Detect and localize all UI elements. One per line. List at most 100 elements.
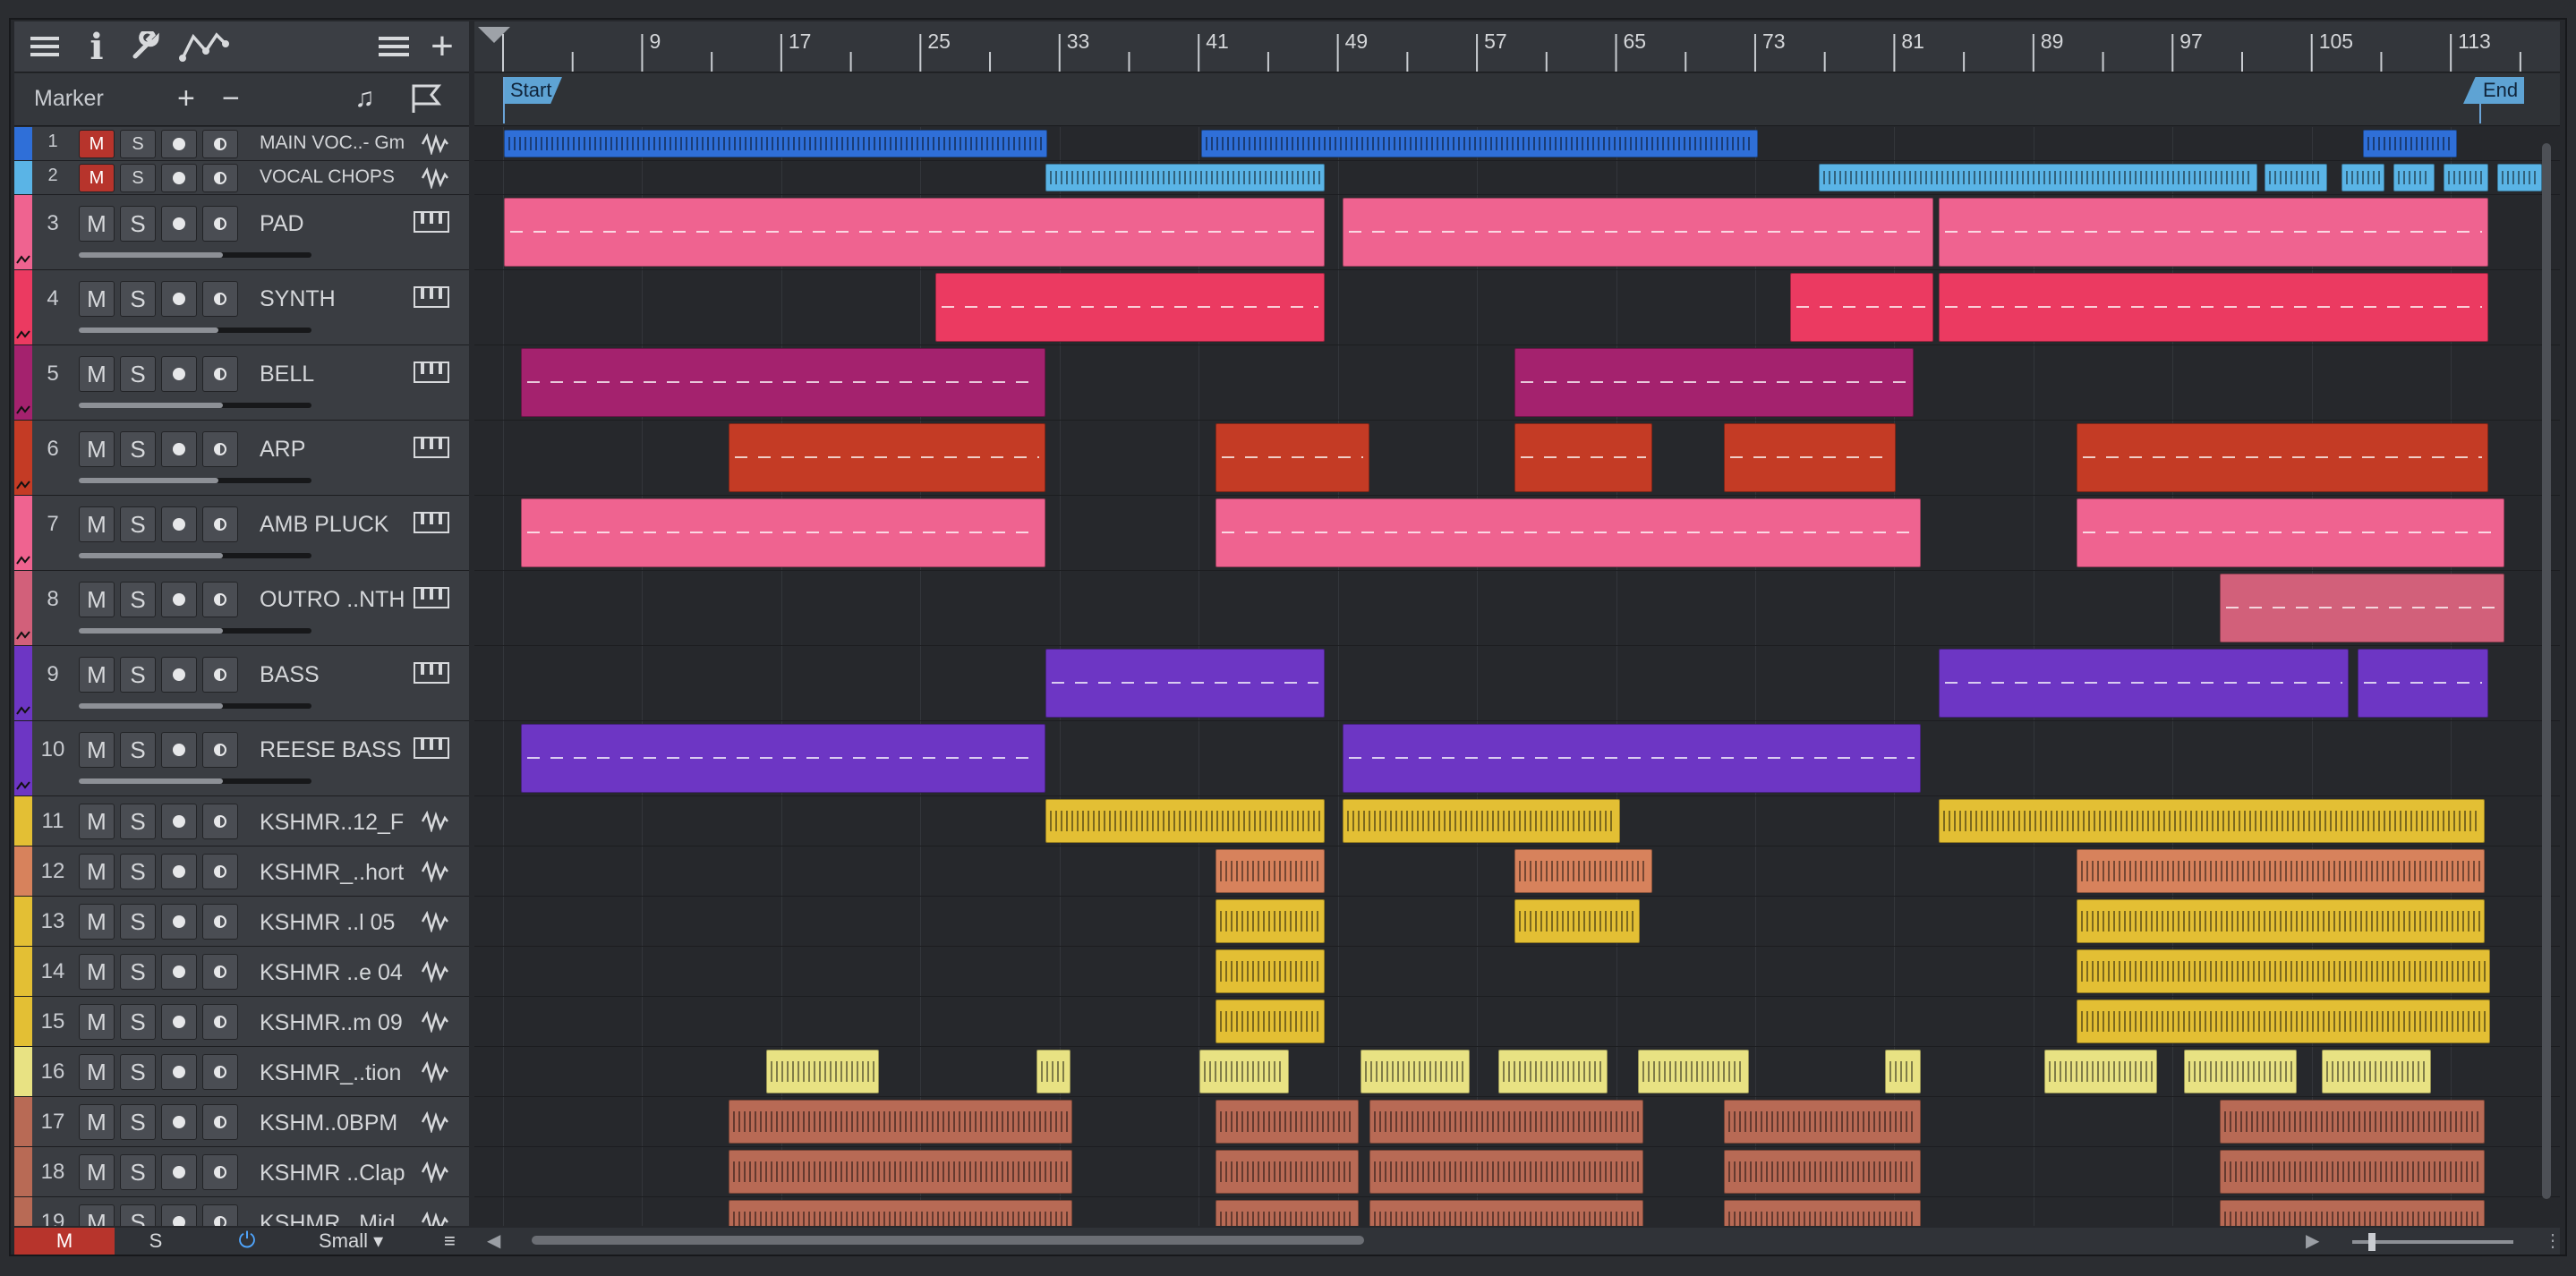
track-row-3[interactable]: 3 M S PAD: [14, 195, 2560, 270]
track-name[interactable]: KSHMR..m 09: [260, 1010, 403, 1036]
resize-grip-icon[interactable]: ⋮: [2544, 1229, 2562, 1252]
track-lane[interactable]: [474, 270, 2560, 345]
mute-button[interactable]: M: [79, 732, 115, 768]
track-color-strip[interactable]: [14, 1197, 32, 1226]
clip[interactable]: [1045, 164, 1325, 191]
monitor-button[interactable]: [202, 356, 238, 392]
record-arm-button[interactable]: [161, 1104, 197, 1140]
clip[interactable]: [1885, 1050, 1921, 1093]
solo-button[interactable]: S: [120, 164, 156, 192]
monitor-button[interactable]: [202, 954, 238, 990]
clip[interactable]: [2393, 164, 2435, 191]
track-name[interactable]: PAD: [260, 211, 304, 237]
music-note-icon[interactable]: ♫: [354, 84, 375, 113]
mute-button[interactable]: M: [79, 431, 115, 467]
track-color-strip[interactable]: [14, 161, 32, 194]
track-lane[interactable]: [474, 721, 2560, 796]
timeline-ruler[interactable]: 91725334149576573818997105113121: [474, 21, 2560, 72]
global-solo-button[interactable]: S: [115, 1228, 197, 1255]
track-color-strip[interactable]: [14, 846, 32, 896]
clip[interactable]: [2322, 1050, 2431, 1093]
track-header[interactable]: 14 M S KSHMR ..e 04: [14, 947, 469, 997]
mute-button[interactable]: M: [79, 164, 115, 192]
mute-button[interactable]: M: [79, 281, 115, 317]
record-arm-button[interactable]: [161, 804, 197, 839]
solo-button[interactable]: S: [120, 657, 156, 693]
solo-button[interactable]: S: [120, 506, 156, 542]
monitor-button[interactable]: [202, 732, 238, 768]
solo-button[interactable]: S: [120, 206, 156, 242]
automation-lane-icon[interactable]: [16, 328, 30, 339]
track-color-strip[interactable]: [14, 127, 32, 160]
clip[interactable]: [521, 724, 1045, 793]
track-lane[interactable]: [474, 846, 2560, 897]
record-arm-button[interactable]: [161, 164, 197, 192]
track-row-15[interactable]: 15 M S KSHMR..m 09: [14, 997, 2560, 1047]
clip[interactable]: [1343, 799, 1620, 843]
solo-button[interactable]: S: [120, 1004, 156, 1040]
clip[interactable]: [2220, 1150, 2485, 1194]
track-row-9[interactable]: 9 M S BASS: [14, 646, 2560, 721]
track-lane[interactable]: [474, 496, 2560, 571]
wrench-icon[interactable]: [127, 29, 163, 64]
clip[interactable]: [1498, 1050, 1608, 1093]
menu-icon[interactable]: ≡: [444, 1229, 456, 1253]
record-arm-button[interactable]: [161, 431, 197, 467]
clip[interactable]: [1514, 899, 1640, 943]
solo-button[interactable]: S: [120, 804, 156, 839]
clip[interactable]: [1361, 1050, 1470, 1093]
track-lane[interactable]: [474, 1097, 2560, 1147]
solo-button[interactable]: S: [120, 1104, 156, 1140]
monitor-button[interactable]: [202, 164, 238, 192]
record-arm-button[interactable]: [161, 854, 197, 889]
track-lane[interactable]: [474, 421, 2560, 496]
clip[interactable]: [1724, 1200, 1921, 1226]
clip[interactable]: [729, 1200, 1072, 1226]
solo-button[interactable]: S: [120, 954, 156, 990]
track-header[interactable]: 5 M S BELL: [14, 345, 469, 421]
track-lane[interactable]: [474, 897, 2560, 947]
monitor-button[interactable]: [202, 130, 238, 158]
clip[interactable]: [2077, 498, 2504, 567]
track-name[interactable]: ARP: [260, 437, 305, 463]
clip[interactable]: [504, 198, 1325, 267]
clip[interactable]: [2220, 574, 2504, 642]
clip[interactable]: [2044, 1050, 2157, 1093]
monitor-button[interactable]: [202, 1104, 238, 1140]
clip[interactable]: [1215, 1000, 1325, 1043]
volume-fader[interactable]: [79, 328, 311, 333]
track-header[interactable]: 18 M S KSHMR ..Clap: [14, 1147, 469, 1197]
track-name[interactable]: KSHMR_..hort: [260, 860, 404, 886]
volume-fader[interactable]: [79, 252, 311, 258]
track-row-2[interactable]: 2 M S VOCAL CHOPS: [14, 161, 2560, 195]
track-lane[interactable]: [474, 195, 2560, 270]
mute-button[interactable]: M: [79, 206, 115, 242]
track-lane[interactable]: [474, 571, 2560, 646]
info-icon[interactable]: i: [79, 26, 115, 68]
volume-fader[interactable]: [79, 703, 311, 709]
track-row-13[interactable]: 13 M S KSHMR ..l 05: [14, 897, 2560, 947]
clip[interactable]: [729, 1150, 1072, 1194]
track-lane[interactable]: [474, 345, 2560, 421]
track-name[interactable]: KSHMR..12_F: [260, 810, 404, 836]
mute-button[interactable]: M: [79, 854, 115, 889]
track-row-18[interactable]: 18 M S KSHMR ..Clap: [14, 1147, 2560, 1197]
clip[interactable]: [521, 348, 1045, 417]
clip[interactable]: [2358, 649, 2488, 718]
power-icon[interactable]: ⏻: [220, 1228, 274, 1255]
clip[interactable]: [1638, 1050, 1749, 1093]
monitor-button[interactable]: [202, 506, 238, 542]
record-arm-button[interactable]: [161, 657, 197, 693]
track-row-1[interactable]: 1 M S MAIN VOC..- Gm: [14, 127, 2560, 161]
monitor-button[interactable]: [202, 904, 238, 940]
record-arm-button[interactable]: [161, 582, 197, 617]
track-name[interactable]: MAIN VOC..- Gm: [260, 132, 405, 154]
clip[interactable]: [2220, 1100, 2485, 1144]
track-row-12[interactable]: 12 M S KSHMR_..hort: [14, 846, 2560, 897]
track-name[interactable]: AMB PLUCK: [260, 512, 388, 538]
track-header[interactable]: 1 M S MAIN VOC..- Gm: [14, 127, 469, 161]
automation-lane-icon[interactable]: [16, 629, 30, 640]
clip[interactable]: [1036, 1050, 1070, 1093]
solo-button[interactable]: S: [120, 356, 156, 392]
monitor-button[interactable]: [202, 281, 238, 317]
